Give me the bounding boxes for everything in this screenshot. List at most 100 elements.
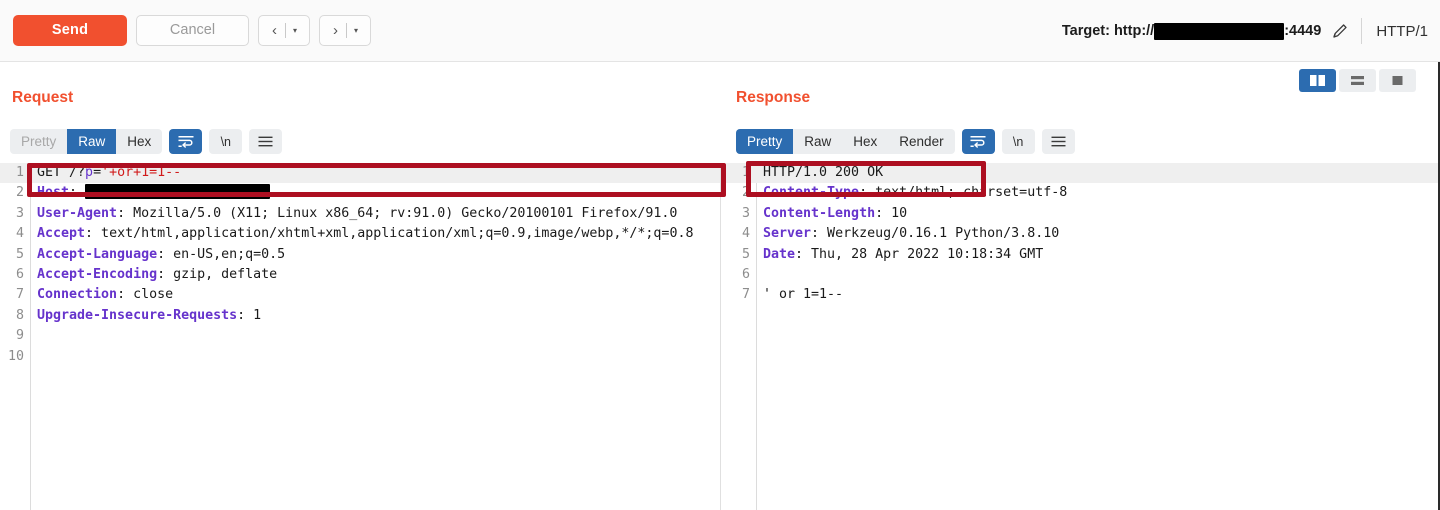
- code-line-text[interactable]: Host:: [30, 183, 720, 203]
- response-menu-button[interactable]: [1041, 129, 1075, 154]
- tab-request-hex[interactable]: Hex: [116, 129, 162, 154]
- code-line[interactable]: 6: [726, 265, 1438, 285]
- toolbar-right-controls: Target: http:// :4449 HTTP/1: [1062, 0, 1432, 62]
- code-line-text[interactable]: Accept: text/html,application/xhtml+xml,…: [30, 224, 720, 244]
- code-line[interactable]: 6 Accept-Encoding: gzip, deflate: [0, 265, 720, 285]
- http-version-label[interactable]: HTTP/1: [1376, 23, 1432, 40]
- tab-response-hex[interactable]: Hex: [842, 129, 888, 154]
- line-number: 9: [15, 328, 24, 344]
- code-line[interactable]: 3 Content-Length: 10: [726, 204, 1438, 224]
- hamburger-icon: [258, 136, 273, 147]
- code-line-text[interactable]: Upgrade-Insecure-Requests: 1: [30, 306, 720, 326]
- code-line[interactable]: 3 User-Agent: Mozilla/5.0 (X11; Linux x86…: [0, 204, 720, 224]
- word-wrap-icon: [178, 136, 194, 148]
- chevron-down-icon[interactable]: ▾: [286, 26, 304, 35]
- header-name: Accept: [37, 226, 86, 242]
- code-line[interactable]: 5 Date: Thu, 28 Apr 2022 10:18:34 GMT: [726, 245, 1438, 265]
- request-word-wrap-button[interactable]: [169, 129, 203, 154]
- request-menu-button[interactable]: [249, 129, 283, 154]
- code-line[interactable]: 7 ' or 1=1--: [726, 285, 1438, 305]
- tab-response-raw[interactable]: Raw: [793, 129, 842, 154]
- line-number: 3: [15, 205, 24, 221]
- code-line-text[interactable]: Accept-Encoding: gzip, deflate: [30, 265, 720, 285]
- code-token: : close: [117, 287, 174, 303]
- tab-response-pretty[interactable]: Pretty: [736, 129, 794, 154]
- chevron-down-icon[interactable]: ▾: [347, 26, 365, 35]
- next-request-button[interactable]: › ▾: [319, 15, 371, 46]
- code-line-text[interactable]: Server: Werkzeug/0.16.1 Python/3.8.10: [756, 224, 1438, 244]
- code-line-text[interactable]: GET /?p='+or+1=1--: [30, 163, 720, 183]
- line-number: 2: [15, 185, 24, 201]
- chevron-left-icon: ‹: [272, 22, 277, 39]
- response-word-wrap-button[interactable]: [961, 129, 995, 154]
- toolbar-left-controls: Send Cancel ‹ ▾ › ▾: [13, 15, 371, 46]
- code-line-text[interactable]: [30, 347, 720, 367]
- code-line-text[interactable]: Content-Type: text/html; charset=utf-8: [756, 183, 1438, 203]
- send-button[interactable]: Send: [13, 15, 127, 46]
- line-number: 10: [7, 348, 24, 364]
- header-name: Content-Type: [763, 185, 860, 201]
- tab-response-render[interactable]: Render: [888, 129, 954, 154]
- previous-request-button[interactable]: ‹ ▾: [258, 15, 310, 46]
- code-token: : 1: [237, 307, 262, 323]
- header-name: Accept-Language: [37, 246, 158, 262]
- code-line[interactable]: 8 Upgrade-Insecure-Requests: 1: [0, 306, 720, 326]
- line-number: 5: [741, 246, 750, 262]
- request-panel: Request Pretty Raw Hex \n 1 GET /?p='+or…: [0, 62, 726, 510]
- edit-target-button[interactable]: [1321, 11, 1359, 51]
- target-label: Target: http://: [1061, 23, 1155, 39]
- header-name: Connection: [37, 287, 118, 303]
- tab-request-pretty[interactable]: Pretty: [10, 129, 67, 154]
- response-panel-title: Response: [736, 89, 811, 106]
- line-number: 1: [15, 165, 24, 180]
- target-port: :4449: [1284, 23, 1322, 39]
- pencil-icon: [1333, 24, 1347, 38]
- response-panel: Response Pretty Raw Hex Render \n 1 HTTP…: [726, 62, 1440, 510]
- line-number: 4: [741, 226, 750, 242]
- cancel-button[interactable]: Cancel: [136, 15, 249, 46]
- tab-request-raw[interactable]: Raw: [67, 129, 117, 154]
- code-token: HTTP/1.0 200 OK: [763, 165, 884, 180]
- header-name: User-Agent: [37, 205, 118, 221]
- response-tab-row: Pretty Raw Hex Render \n: [736, 129, 1075, 154]
- code-line[interactable]: 9: [0, 326, 720, 346]
- code-line-text[interactable]: Date: Thu, 28 Apr 2022 10:18:34 GMT: [756, 245, 1438, 265]
- code-line-text[interactable]: HTTP/1.0 200 OK: [756, 163, 1438, 183]
- code-token: :: [69, 185, 86, 201]
- code-line[interactable]: 1 GET /?p='+or+1=1--: [0, 163, 720, 184]
- code-line[interactable]: 2 Host:: [0, 183, 720, 203]
- line-number: 5: [15, 246, 24, 262]
- code-line[interactable]: 2 Content-Type: text/html; charset=utf-8: [726, 183, 1438, 203]
- code-line[interactable]: 5 Accept-Language: en-US,en;q=0.5: [0, 245, 720, 265]
- request-code-lines[interactable]: 1 GET /?p='+or+1=1-- 2 Host: 3 User-Agent: M…: [0, 163, 720, 367]
- line-number: 8: [15, 307, 24, 323]
- header-name: Host: [37, 185, 70, 201]
- code-line[interactable]: 4 Server: Werkzeug/0.16.1 Python/3.8.10: [726, 224, 1438, 244]
- request-show-newlines-button[interactable]: \n: [209, 129, 243, 154]
- target-host-redaction: [1154, 22, 1285, 40]
- code-line[interactable]: 10: [0, 347, 720, 367]
- code-line[interactable]: 1 HTTP/1.0 200 OK: [726, 163, 1438, 184]
- code-line-text[interactable]: [756, 265, 1438, 285]
- code-token: GET /?: [37, 165, 86, 180]
- code-line-text[interactable]: Connection: close: [30, 285, 720, 305]
- line-number: 1: [741, 165, 750, 180]
- code-line-text[interactable]: Accept-Language: en-US,en;q=0.5: [30, 245, 720, 265]
- code-line-text[interactable]: Content-Length: 10: [756, 204, 1438, 224]
- code-line[interactable]: 4 Accept: text/html,application/xhtml+xml…: [0, 224, 720, 244]
- code-token: : Mozilla/5.0 (X11; Linux x86_64; rv:91.…: [117, 205, 678, 221]
- request-view-tabs: Pretty Raw Hex: [10, 129, 163, 154]
- response-code-area[interactable]: 1 HTTP/1.0 200 OK 2 Content-Type: text/html…: [726, 163, 1438, 510]
- request-code-area[interactable]: 1 GET /?p='+or+1=1-- 2 Host: 3 User-Agent: M…: [0, 163, 721, 510]
- code-line-text[interactable]: ' or 1=1--: [756, 285, 1438, 305]
- code-token: =: [93, 165, 102, 180]
- code-line-text[interactable]: [30, 326, 720, 346]
- code-line-text[interactable]: User-Agent: Mozilla/5.0 (X11; Linux x86_…: [30, 204, 720, 224]
- response-code-lines[interactable]: 1 HTTP/1.0 200 OK 2 Content-Type: text/html…: [726, 163, 1438, 306]
- code-line[interactable]: 7 Connection: close: [0, 285, 720, 305]
- request-tab-row: Pretty Raw Hex \n: [10, 129, 283, 154]
- response-show-newlines-button[interactable]: \n: [1001, 129, 1035, 154]
- line-number: 6: [15, 267, 24, 283]
- redacted-value: [85, 184, 271, 200]
- header-name: Server: [763, 226, 812, 242]
